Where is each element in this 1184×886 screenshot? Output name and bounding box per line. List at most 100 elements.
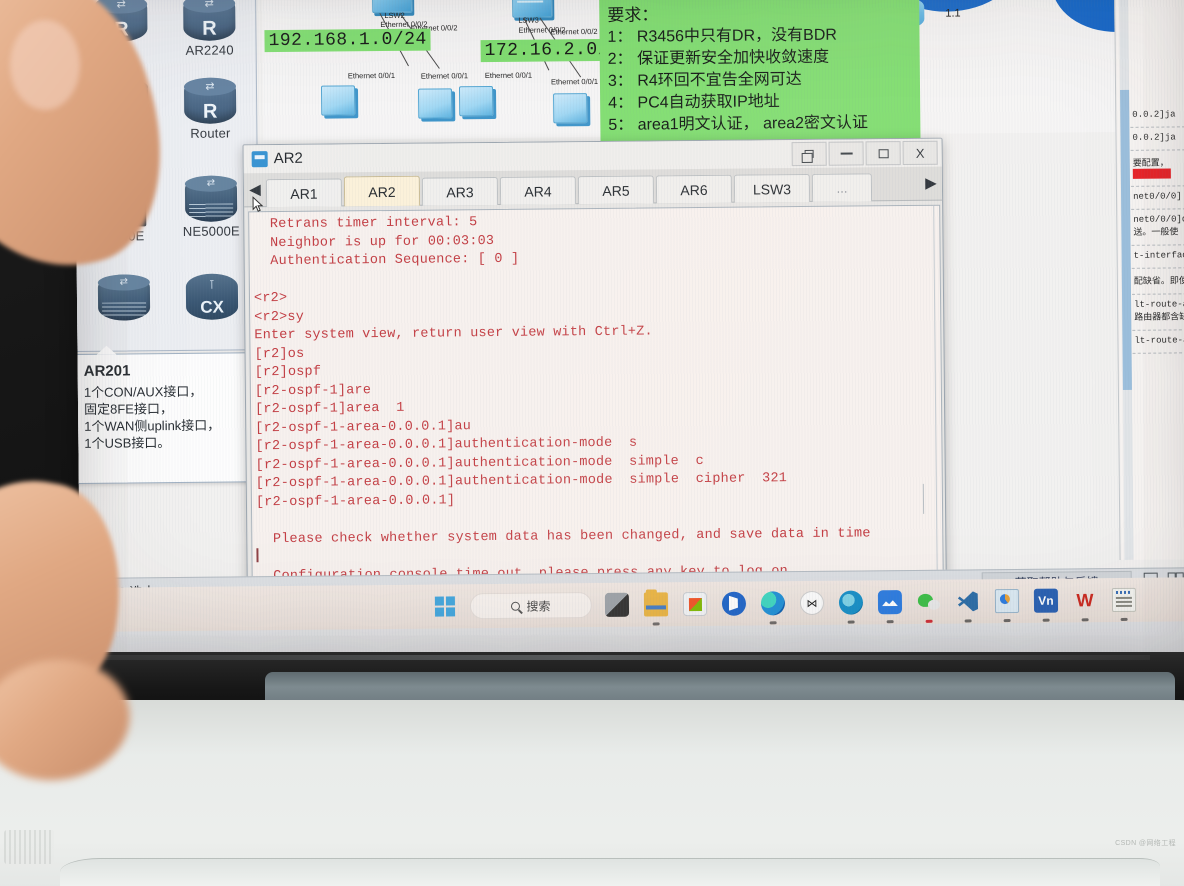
console-terminal[interactable]: Retrans timer interval: 5 Neighbor is up… <box>248 204 944 582</box>
start-button[interactable] <box>428 589 462 623</box>
document-separator <box>1130 126 1184 128</box>
edge-icon <box>760 591 786 616</box>
document-separator <box>1131 267 1184 269</box>
device-tooltip: AR201 1个CON/AUX接口， 固定8FE接口， 1个WAN侧uplink… <box>74 352 260 485</box>
running-indicator <box>1003 619 1011 623</box>
fingernail <box>10 20 80 110</box>
store-icon <box>682 591 708 617</box>
window-title: AR2 <box>273 149 303 168</box>
search-box[interactable]: 搜索 <box>467 588 595 623</box>
tab-ar6[interactable]: AR6 <box>655 174 733 204</box>
vscode-button[interactable] <box>951 584 985 623</box>
photo-watermark: CSDN @网络工程 <box>1115 840 1176 847</box>
tab-ar4[interactable]: AR4 <box>499 176 577 205</box>
cx-label-glyph: CX <box>200 297 224 317</box>
running-indicator <box>1120 617 1128 621</box>
interface-label: Ethernet 0/0/1 <box>420 71 469 81</box>
document-line: net0/0/0] <box>1133 191 1182 202</box>
vnc-app-button[interactable]: Vn <box>1029 584 1063 622</box>
mouse-cursor-icon <box>252 196 264 212</box>
running-indicator <box>847 620 855 624</box>
router-r-glyph: R <box>202 100 218 123</box>
ensp-node-button[interactable]: ⋈ <box>795 586 829 620</box>
presentation-icon <box>994 588 1020 614</box>
terminal-scroll-marker <box>922 483 925 514</box>
document-line: lt-route-adve <box>1134 335 1184 346</box>
router-arrows-glyph: ⇄ <box>205 80 215 93</box>
interface-label: Ethernet 0/0/1 <box>550 76 599 87</box>
tab-ar1[interactable]: AR1 <box>265 178 343 208</box>
task-view-button[interactable] <box>600 588 634 622</box>
wechat-icon <box>917 590 941 614</box>
tab-list: AR1 AR2 AR3 AR4 AR5 AR6 LSW3 ... <box>265 167 920 208</box>
document-line: 配缺省。即使 <box>1133 276 1184 287</box>
tab-lsw3[interactable]: LSW3 <box>733 173 811 203</box>
wps-office-button[interactable]: W <box>1068 583 1102 622</box>
mountain-app-button[interactable] <box>873 585 907 624</box>
tab-ar2[interactable]: AR2 <box>343 175 421 207</box>
search-icon <box>511 601 521 611</box>
ensp-device-icon <box>251 151 268 168</box>
stack-lines <box>189 203 234 218</box>
requirements-title: 要求： <box>607 5 659 25</box>
tab-ar3[interactable]: AR3 <box>421 176 499 206</box>
file-explorer-button[interactable] <box>639 587 673 626</box>
notification-indicator <box>925 619 933 623</box>
terminal-text-area[interactable]: Retrans timer interval: 5 Neighbor is up… <box>249 206 913 581</box>
minimize-button[interactable] <box>828 141 864 166</box>
document-separator <box>1130 185 1184 187</box>
palette-item-router[interactable]: ⇄ R Router <box>166 73 255 172</box>
document-line: 送。一般使 <box>1133 227 1179 238</box>
windows-taskbar[interactable]: 搜索 ⋈ Vn W <box>74 577 1184 633</box>
document-separator <box>1130 149 1184 151</box>
ar2-console-window[interactable]: AR2 X ◀ AR1 AR2 AR3 AR4 AR5 AR6 LSW3 ...… <box>242 137 947 585</box>
vnc-icon: Vn <box>1033 588 1059 613</box>
interface-label: Ethernet 0/0/2 <box>550 26 598 37</box>
maximize-button[interactable] <box>865 141 901 166</box>
cx-top-glyph: ⊺ <box>208 277 216 292</box>
notes-app-button[interactable] <box>1107 583 1141 621</box>
switch-stack-icon: ⇄ <box>97 274 151 321</box>
stack-lines <box>102 302 147 317</box>
tab-scroll-right-icon[interactable]: ▶ <box>922 174 940 194</box>
laptop-screen: LSW2 Ethernet 0/0/2 Ethernet 0/0/2 Ether… <box>74 0 1184 664</box>
requirement-item: 4： PC4自动获取IP地址 <box>608 93 780 112</box>
palette-item-ar1220[interactable]: AR1220 ⇄ R AR2240 <box>165 0 254 74</box>
minimize-icon <box>840 152 853 155</box>
pc-icon[interactable] <box>458 85 494 117</box>
interface-label: Ethernet 0/0/1 <box>484 70 533 81</box>
notes-icon <box>1111 587 1137 613</box>
ppt-app-button[interactable] <box>990 584 1024 623</box>
requirement-item: 2： 保证更新安全加快收敛速度 <box>607 48 830 68</box>
running-indicator <box>769 621 777 625</box>
tab-ar5[interactable]: AR5 <box>577 175 655 205</box>
wechat-button[interactable] <box>912 585 946 623</box>
close-button[interactable]: X <box>902 140 938 166</box>
ie-browser-button[interactable] <box>834 585 868 624</box>
router-icon: ⇄ R <box>183 0 236 41</box>
edge-browser-button[interactable] <box>756 586 790 625</box>
search-input[interactable]: 搜索 <box>469 592 593 620</box>
lens-app-button[interactable] <box>717 587 751 621</box>
maximize-icon <box>878 148 889 158</box>
pc-icon[interactable] <box>320 85 356 116</box>
tooltip-line: 固定8FE接口， <box>83 401 173 417</box>
document-window-sliver[interactable]: 0.0.2]ja 0.0.2]ja 要配置， . net0/0/0] net0/… <box>1113 0 1184 560</box>
device-label: Router <box>190 125 231 141</box>
running-indicator <box>886 620 894 624</box>
ensp-application: LSW2 Ethernet 0/0/2 Ethernet 0/0/2 Ether… <box>74 0 1184 633</box>
taskbar-items: 搜索 ⋈ Vn W <box>428 583 1141 626</box>
document-line: lt-route-ad <box>1134 299 1184 310</box>
device-tab-bar[interactable]: ◀ AR1 AR2 AR3 AR4 AR5 AR6 LSW3 ... ▶ <box>243 166 943 208</box>
tab-overflow[interactable]: ... <box>811 173 873 202</box>
microsoft-store-button[interactable] <box>678 587 712 621</box>
router-ip-label: 1.1 <box>945 7 961 20</box>
requirement-item: 3： R4环回不宜告全网可达 <box>607 71 802 90</box>
pc-icon[interactable] <box>418 88 453 119</box>
restore-button[interactable] <box>791 141 827 167</box>
search-placeholder: 搜索 <box>526 598 551 614</box>
document-separator <box>1132 293 1184 295</box>
stack-arrows-glyph: ⇄ <box>119 276 129 288</box>
pc-icon[interactable] <box>553 93 588 124</box>
router-arrows-glyph: ⇄ <box>204 0 214 10</box>
